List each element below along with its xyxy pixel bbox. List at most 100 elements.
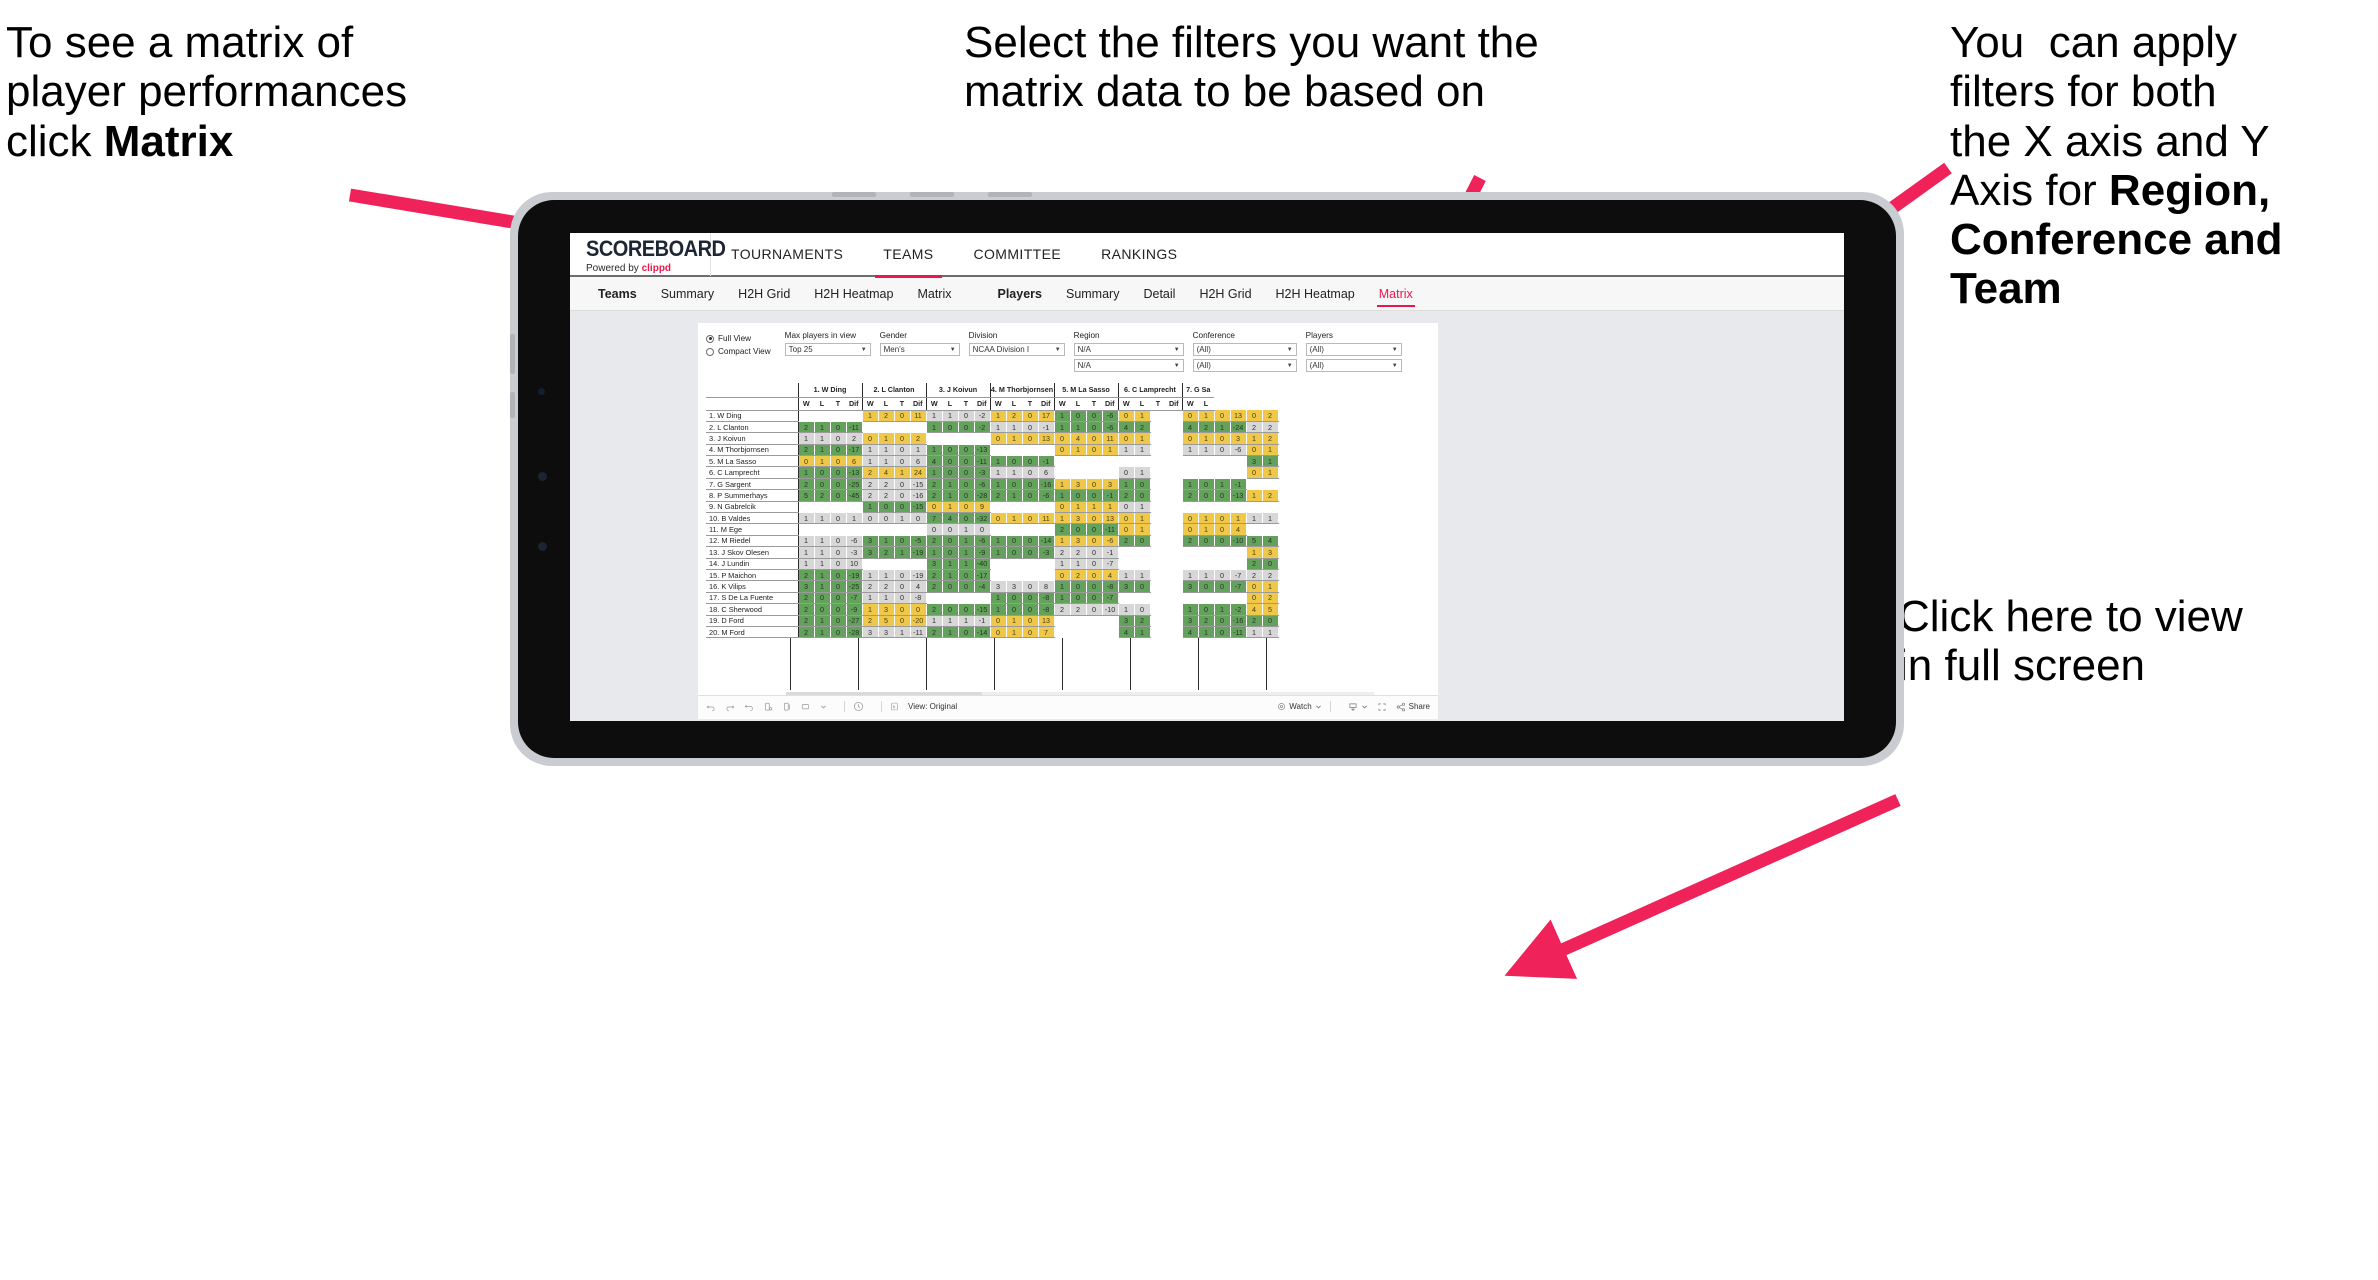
matrix-cell[interactable]: 1 xyxy=(1053,410,1071,422)
matrix-cell[interactable] xyxy=(1038,501,1055,514)
matrix-cell[interactable]: 0 xyxy=(1198,580,1215,593)
matrix-row-label[interactable]: 9. N Gabrelcik xyxy=(706,501,798,514)
matrix-table-wrapper[interactable]: 1. W Ding 2. L Clanton 3. J Koivun 4. M Tho… xyxy=(698,379,1438,639)
matrix-cell[interactable]: 0 xyxy=(1053,569,1071,582)
matrix-cell[interactable] xyxy=(894,523,911,536)
matrix-cell[interactable]: 0 xyxy=(1022,512,1039,525)
subnav-players[interactable]: Players xyxy=(986,277,1054,311)
matrix-row-label[interactable]: 1. W Ding xyxy=(706,410,798,422)
matrix-cell[interactable]: 0 xyxy=(958,501,975,514)
matrix-cell[interactable]: 1 xyxy=(846,512,863,525)
matrix-cell[interactable] xyxy=(1198,466,1215,479)
matrix-cell[interactable]: 0 xyxy=(894,603,911,616)
matrix-cell[interactable] xyxy=(1006,501,1023,514)
matrix-cell[interactable]: -6 xyxy=(846,535,863,548)
matrix-cell[interactable] xyxy=(814,501,831,514)
matrix-cell[interactable]: 1 xyxy=(1053,558,1071,570)
matrix-cell[interactable] xyxy=(1070,455,1087,468)
matrix-cell[interactable] xyxy=(1181,558,1199,570)
matrix-cell[interactable]: 1 xyxy=(1230,512,1247,525)
matrix-row-label[interactable]: 4. M Thorbjornsen xyxy=(706,444,798,457)
matrix-cell[interactable]: 2 xyxy=(1006,410,1023,422)
matrix-cell[interactable]: 0 xyxy=(958,512,975,525)
matrix-cell[interactable]: 1 xyxy=(989,421,1007,434)
matrix-cell[interactable]: -11 xyxy=(1102,523,1119,536)
matrix-cell[interactable] xyxy=(830,501,847,514)
matrix-cell[interactable] xyxy=(1166,546,1183,559)
matrix-cell[interactable]: 0 xyxy=(1006,478,1023,491)
matrix-cell[interactable]: 1 xyxy=(925,410,943,422)
matrix-cell[interactable]: 0 xyxy=(1070,592,1087,605)
matrix-cell[interactable] xyxy=(1214,455,1231,468)
matrix-cell[interactable]: 13 xyxy=(1230,410,1247,422)
matrix-cell[interactable] xyxy=(1150,535,1167,548)
matrix-cell[interactable]: 4 xyxy=(1181,626,1199,639)
matrix-cell[interactable]: 1 xyxy=(1053,512,1071,525)
subnav-teams[interactable]: Teams xyxy=(586,277,649,311)
matrix-cell[interactable]: 4 xyxy=(942,512,959,525)
matrix-cell[interactable]: 1 xyxy=(1053,478,1071,491)
matrix-cell[interactable]: -14 xyxy=(974,626,991,639)
matrix-cell[interactable]: 0 xyxy=(1022,546,1039,559)
matrix-cell[interactable]: 0 xyxy=(1086,489,1103,502)
matrix-row-label[interactable]: 3. J Koivun xyxy=(706,432,798,445)
matrix-cell[interactable]: 1 xyxy=(1181,569,1199,582)
matrix-cell[interactable]: 1 xyxy=(1053,592,1071,605)
matrix-cell[interactable]: 5 xyxy=(1262,603,1279,616)
matrix-cell[interactable] xyxy=(989,444,1007,457)
matrix-cell[interactable]: 0 xyxy=(1245,592,1263,605)
matrix-cell[interactable]: 4 xyxy=(1181,421,1199,434)
matrix-cell[interactable]: -5 xyxy=(910,535,927,548)
matrix-cell[interactable]: 1 xyxy=(814,512,831,525)
matrix-cell[interactable]: 2 xyxy=(1262,410,1279,422)
matrix-cell[interactable]: -4 xyxy=(974,580,991,593)
matrix-cell[interactable]: 0 xyxy=(942,535,959,548)
matrix-cell[interactable]: 3 xyxy=(1117,580,1135,593)
matrix-cell[interactable]: 1 xyxy=(1198,512,1215,525)
matrix-cell[interactable]: 1 xyxy=(958,546,975,559)
matrix-cell[interactable] xyxy=(1166,466,1183,479)
matrix-cell[interactable]: -7 xyxy=(1102,592,1119,605)
matrix-row-label[interactable]: 18. C Sherwood xyxy=(706,603,798,616)
matrix-cell[interactable] xyxy=(1022,569,1039,582)
matrix-cell[interactable] xyxy=(1150,466,1167,479)
matrix-cell[interactable]: 0 xyxy=(1214,410,1231,422)
matrix-cell[interactable] xyxy=(1181,546,1199,559)
matrix-cell[interactable]: -19 xyxy=(846,569,863,582)
matrix-cell[interactable]: 1 xyxy=(942,478,959,491)
matrix-column-header[interactable]: 6. C Lamprecht xyxy=(1117,383,1182,398)
matrix-cell[interactable]: 2 xyxy=(878,478,895,491)
matrix-cell[interactable]: 0 xyxy=(1181,512,1199,525)
matrix-cell[interactable]: -28 xyxy=(846,626,863,639)
matrix-cell[interactable] xyxy=(1150,432,1167,445)
filter-select-region-x[interactable]: N/A ▼ xyxy=(1073,343,1184,356)
matrix-cell[interactable]: 2 xyxy=(861,580,879,593)
matrix-cell[interactable]: 0 xyxy=(830,421,847,434)
matrix-cell[interactable]: -32 xyxy=(974,512,991,525)
matrix-cell[interactable]: 3 xyxy=(1102,478,1119,491)
filter-select-players-x[interactable]: (All) ▼ xyxy=(1305,343,1402,356)
matrix-cell[interactable]: 0 xyxy=(814,466,831,479)
matrix-cell[interactable]: 4 xyxy=(1102,569,1119,582)
subnav-players-matrix[interactable]: Matrix xyxy=(1367,277,1425,311)
matrix-cell[interactable]: -1 xyxy=(974,615,991,627)
matrix-cell[interactable]: 0 xyxy=(894,444,911,457)
matrix-cell[interactable]: 3 xyxy=(1117,615,1135,627)
matrix-cell[interactable]: 2 xyxy=(925,569,943,582)
matrix-cell[interactable]: 0 xyxy=(894,410,911,422)
matrix-cell[interactable]: 0 xyxy=(1006,535,1023,548)
matrix-cell[interactable]: 0 xyxy=(830,580,847,593)
view-label[interactable]: View: Original xyxy=(908,702,957,711)
matrix-cell[interactable]: 0 xyxy=(1117,523,1135,536)
matrix-cell[interactable]: 0 xyxy=(878,512,895,525)
matrix-cell[interactable]: 0 xyxy=(1022,421,1039,434)
matrix-row[interactable]: 18. C Sherwood 2 0 0 -9 1 3 0 0 2 0 0 -15 1 0 0 -8 2 2 0 -10… xyxy=(706,603,1279,616)
matrix-cell[interactable]: 3 xyxy=(1262,546,1279,559)
matrix-cell[interactable]: -16 xyxy=(910,489,927,502)
matrix-cell[interactable]: 1 xyxy=(1006,466,1023,479)
matrix-cell[interactable]: -11 xyxy=(1230,626,1247,639)
matrix-cell[interactable]: 24 xyxy=(910,466,927,479)
matrix-cell[interactable] xyxy=(797,410,815,422)
matrix-cell[interactable]: 0 xyxy=(814,603,831,616)
matrix-cell[interactable] xyxy=(1245,501,1263,514)
